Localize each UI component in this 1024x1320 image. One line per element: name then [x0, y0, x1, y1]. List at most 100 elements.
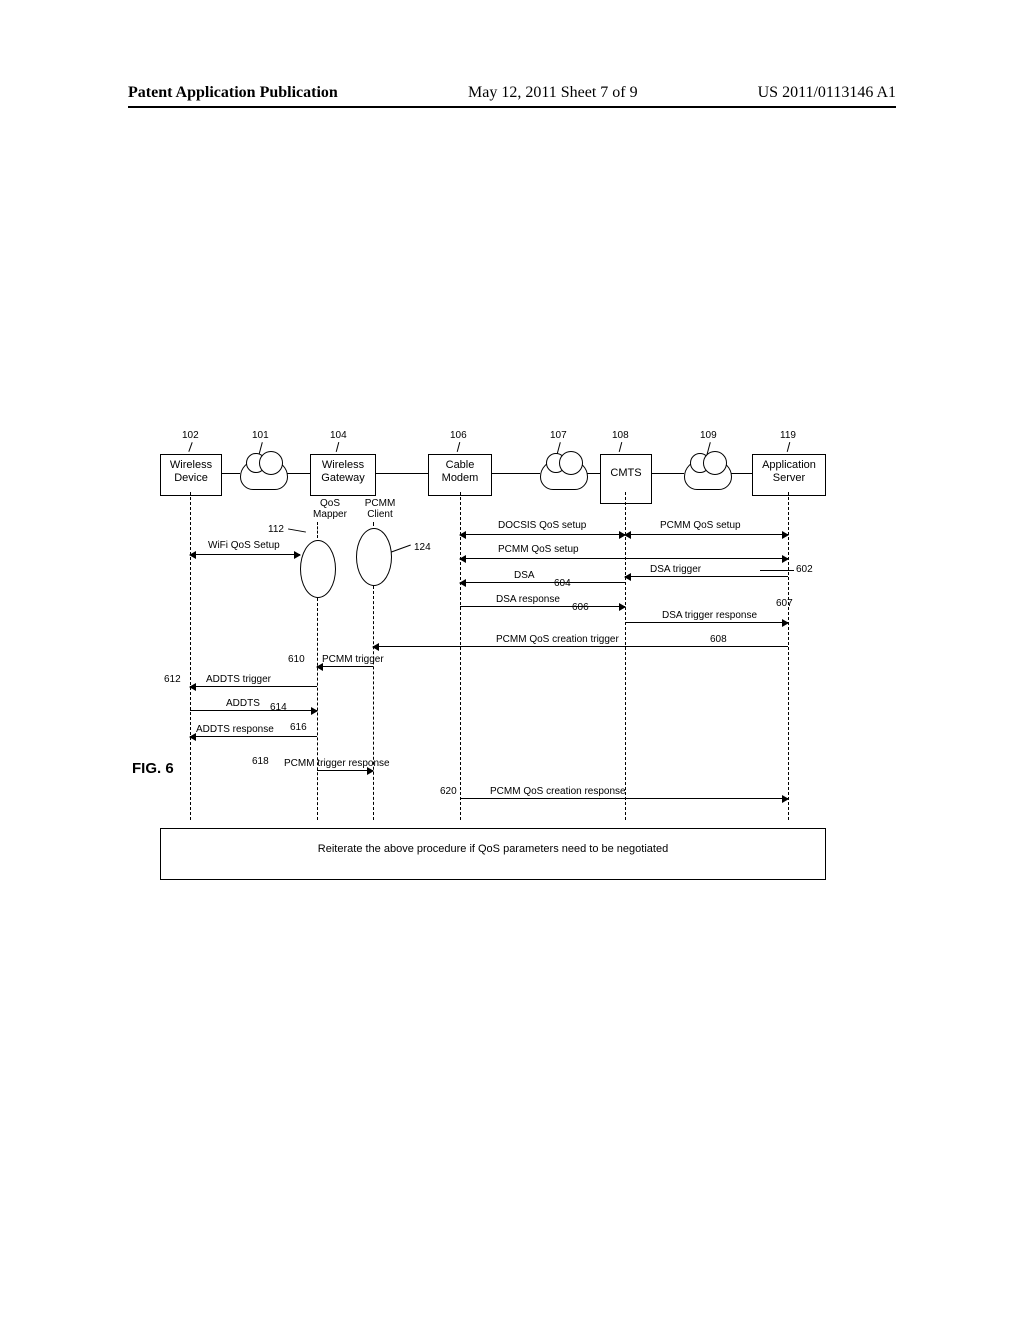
connector	[220, 473, 240, 474]
ref-102: 102	[182, 430, 199, 441]
label: PCMM	[358, 498, 402, 509]
label: DSA	[514, 570, 535, 581]
arrow-610	[317, 666, 373, 667]
ref-106: 106	[450, 430, 467, 441]
span-arrow	[625, 534, 788, 535]
label: Wireless	[161, 459, 221, 472]
msg-610: PCMM trigger	[322, 654, 384, 665]
arrow-612	[190, 686, 317, 687]
label: Wireless	[311, 459, 375, 472]
label: Client	[358, 509, 402, 520]
span-wifi-qos: WiFi QoS Setup	[208, 540, 280, 551]
ref-112: 112	[268, 524, 284, 535]
lead	[336, 442, 340, 452]
msg-616: ADDTS response	[196, 724, 274, 735]
lead	[619, 442, 623, 452]
connector	[374, 473, 428, 474]
oval-pcmm-client	[356, 528, 392, 586]
lifeline-qos-mapper-top	[317, 522, 318, 538]
label: Device	[161, 472, 221, 485]
arrow-606	[460, 606, 625, 607]
page: Patent Application Publication May 12, 2…	[0, 0, 1024, 1320]
label: CMTS	[601, 467, 651, 480]
connector	[586, 473, 600, 474]
ref-602: 602	[796, 564, 813, 575]
header-left: Patent Application Publication	[128, 84, 338, 102]
lead	[760, 570, 794, 571]
span-docsis-qos: DOCSIS QoS setup	[498, 520, 586, 531]
header-right: US 2011/0113146 A1	[758, 84, 896, 102]
ref-104: 104	[330, 430, 347, 441]
node-cmts: CMTS	[600, 454, 652, 504]
span-pcmm-qos-2: PCMM QoS setup	[498, 544, 579, 555]
header-mid: May 12, 2011 Sheet 7 of 9	[468, 84, 638, 102]
qos-mapper-label: QoS Mapper	[308, 498, 352, 520]
msg-604: DSA	[514, 570, 535, 581]
ref-612: 612	[164, 674, 181, 685]
label: Application	[753, 459, 825, 472]
node-wireless-device: Wireless Device	[160, 454, 222, 496]
lead	[188, 442, 192, 452]
header-rule	[128, 106, 896, 108]
lifeline-cable-modem	[460, 492, 461, 820]
node-cloud-109	[684, 460, 732, 490]
ref-604: 604	[554, 578, 571, 589]
ref-606: 606	[572, 602, 589, 613]
ref-620: 620	[440, 786, 457, 797]
note-box: Reiterate the above procedure if QoS par…	[160, 828, 826, 880]
ref-614: 614	[270, 702, 287, 713]
msg-614: ADDTS	[226, 698, 260, 709]
lifeline-application-server	[788, 492, 789, 820]
page-header: Patent Application Publication May 12, 2…	[128, 84, 896, 102]
span-arrow	[460, 558, 788, 559]
msg-618: PCMM trigger response	[284, 758, 390, 769]
span-pcmm-qos-1: PCMM QoS setup	[660, 520, 741, 531]
ref-101: 101	[252, 430, 269, 441]
msg-606: DSA response	[496, 594, 560, 605]
label: Modem	[429, 472, 491, 485]
arrow-602	[625, 576, 788, 577]
ref-618: 618	[252, 756, 269, 767]
arrow-614	[190, 710, 317, 711]
arrow-608	[373, 646, 788, 647]
ref-608: 608	[710, 634, 727, 645]
figure-6-diagram: FIG. 6 102 101 104 106 107 108 109 119 W…	[140, 430, 890, 880]
connector	[286, 473, 310, 474]
label: Mapper	[308, 509, 352, 520]
node-application-server: Application Server	[752, 454, 826, 496]
arrow-616	[190, 736, 317, 737]
note-text: Reiterate the above procedure if QoS par…	[318, 843, 668, 855]
msg-607: DSA trigger response	[662, 610, 757, 621]
node-cable-modem: Cable Modem	[428, 454, 492, 496]
ref-616: 616	[290, 722, 307, 733]
lead	[457, 442, 461, 452]
ref-610: 610	[288, 654, 305, 665]
label: QoS	[308, 498, 352, 509]
ref-107: 107	[550, 430, 567, 441]
msg-602: DSA trigger	[650, 564, 701, 575]
connector	[650, 473, 684, 474]
lifeline-pcmm-client-top	[373, 522, 374, 526]
connector	[730, 473, 752, 474]
ref-108: 108	[612, 430, 629, 441]
arrow-607	[625, 622, 788, 623]
label: Server	[753, 472, 825, 485]
lead	[288, 528, 306, 532]
oval-qos-mapper	[300, 540, 336, 598]
msg-608: PCMM QoS creation trigger	[496, 634, 619, 645]
ref-124: 124	[414, 542, 431, 553]
connector	[490, 473, 540, 474]
span-arrow	[460, 534, 625, 535]
msg-620: PCMM QoS creation response	[490, 786, 626, 797]
node-cloud-101	[240, 460, 288, 490]
label: Cable	[429, 459, 491, 472]
arrow-604	[460, 582, 625, 583]
node-wireless-gateway: Wireless Gateway	[310, 454, 376, 496]
arrow-618	[317, 770, 373, 771]
lead	[390, 545, 411, 553]
label: Gateway	[311, 472, 375, 485]
pcmm-client-label: PCMM Client	[358, 498, 402, 520]
lifeline-cmts	[625, 492, 626, 820]
msg-612: ADDTS trigger	[206, 674, 271, 685]
node-cloud-107	[540, 460, 588, 490]
